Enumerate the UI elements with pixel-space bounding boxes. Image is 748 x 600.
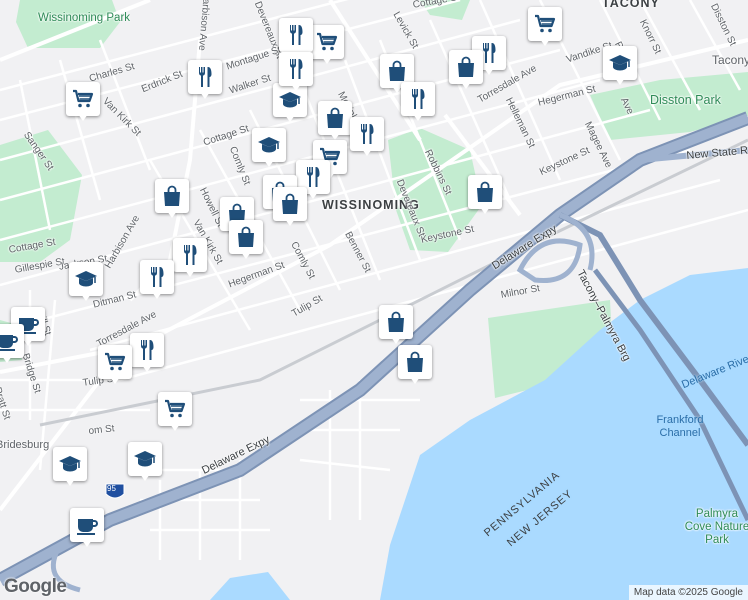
shopping-bag-icon — [164, 185, 180, 206]
map-marker-bag[interactable] — [229, 220, 263, 260]
water-inlet-south — [210, 572, 290, 600]
shopping-cart-icon — [73, 89, 94, 108]
label-tacony-2: Tacony — [712, 53, 748, 67]
map-marker-bag[interactable] — [449, 50, 483, 90]
shopping-bag-icon — [282, 193, 298, 214]
school-icon — [59, 456, 81, 472]
shopping-bag-icon — [389, 60, 405, 81]
map-marker-school[interactable] — [603, 46, 637, 86]
map-marker-food[interactable] — [188, 60, 222, 100]
map-marker-cart[interactable] — [66, 82, 100, 122]
map-marker-cart[interactable] — [158, 392, 192, 432]
map-marker-school[interactable] — [53, 447, 87, 487]
shopping-cart-icon — [317, 32, 338, 51]
shopping-cart-icon — [165, 399, 186, 418]
coffee-cup-icon — [0, 335, 18, 351]
shopping-bag-icon — [388, 311, 404, 332]
map-attribution[interactable]: Map data ©2025 Google — [628, 585, 748, 600]
map-marker-school[interactable] — [69, 262, 103, 302]
map-marker-food[interactable] — [401, 82, 435, 122]
map-marker-school[interactable] — [128, 442, 162, 482]
restaurant-icon — [151, 267, 164, 287]
map-marker-bag[interactable] — [318, 101, 352, 141]
restaurant-icon — [290, 59, 303, 79]
shopping-bag-icon — [407, 351, 423, 372]
restaurant-icon — [361, 124, 374, 144]
school-icon — [75, 271, 97, 287]
shopping-bag-icon — [238, 226, 254, 247]
map-marker-cart[interactable] — [310, 25, 344, 65]
coffee-cup-icon — [77, 519, 98, 535]
map-marker-bag[interactable] — [273, 187, 307, 227]
shopping-cart-icon — [535, 14, 556, 33]
label-palmyra-cove: Palmyra Cove Nature Park — [684, 508, 748, 546]
restaurant-icon — [290, 25, 303, 45]
map-canvas[interactable]: Wissinoming Park TACONY Tacony Disston P… — [0, 0, 748, 600]
map-marker-bag[interactable] — [468, 175, 502, 215]
school-icon — [134, 451, 156, 467]
restaurant-icon — [307, 167, 320, 187]
map-marker-food[interactable] — [350, 117, 384, 157]
school-icon — [609, 55, 631, 71]
map-marker-bag[interactable] — [155, 179, 189, 219]
restaurant-icon — [199, 67, 212, 87]
wissinoming-park-area — [16, 0, 120, 48]
map-marker-bag[interactable] — [398, 345, 432, 385]
map-marker-food[interactable] — [279, 52, 313, 92]
google-logo: Google — [4, 576, 67, 597]
label-i95: 95 — [107, 484, 116, 493]
map-marker-food[interactable] — [173, 238, 207, 278]
shopping-cart-icon — [105, 352, 126, 371]
map-marker-coffee[interactable] — [70, 508, 104, 548]
school-icon — [258, 137, 280, 153]
shopping-bag-icon — [327, 107, 343, 128]
label-tacony: TACONY — [602, 0, 660, 10]
restaurant-icon — [184, 245, 197, 265]
map-marker-food[interactable] — [140, 260, 174, 300]
map-marker-coffee[interactable] — [0, 324, 24, 364]
label-wissinoming-park: Wissinoming Park — [38, 12, 131, 24]
label-frankford-channel: Frankford Channel — [656, 414, 704, 439]
label-disston-park: Disston Park — [650, 93, 721, 107]
map-marker-cart[interactable] — [98, 345, 132, 385]
restaurant-icon — [141, 340, 154, 360]
restaurant-icon — [412, 89, 425, 109]
map-marker-food[interactable] — [130, 333, 164, 373]
map-marker-cart[interactable] — [528, 7, 562, 47]
shopping-bag-icon — [458, 56, 474, 77]
map-marker-school[interactable] — [252, 128, 286, 168]
shopping-bag-icon — [477, 181, 493, 202]
label-bridesburg: Bridesburg — [0, 439, 50, 451]
map-marker-bag[interactable] — [379, 305, 413, 345]
